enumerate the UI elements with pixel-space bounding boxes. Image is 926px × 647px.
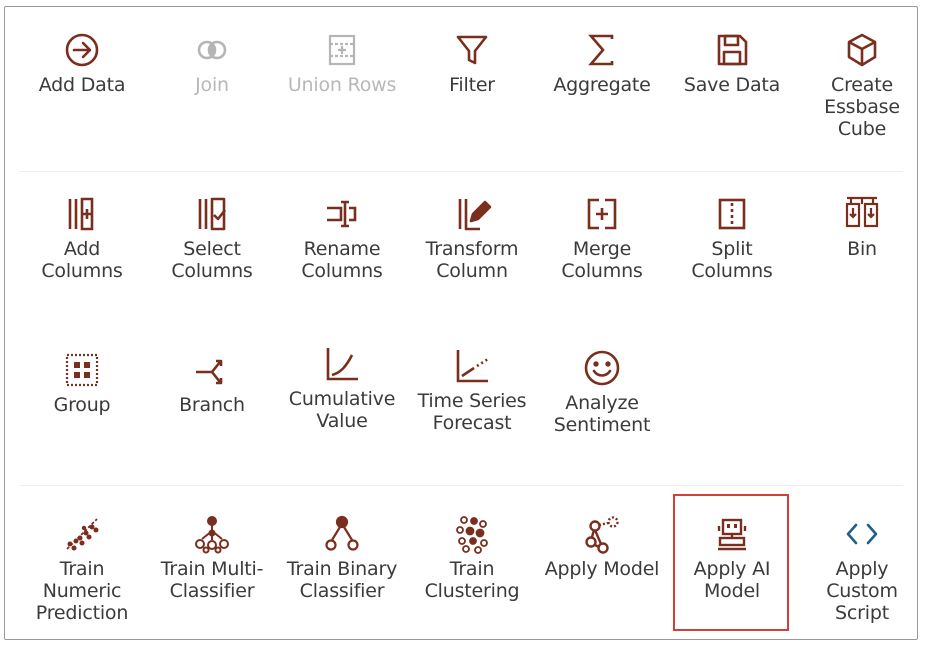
step-label: Bin — [847, 238, 877, 260]
step-label: Transform Column — [425, 238, 519, 282]
join-step[interactable]: Join — [148, 30, 276, 96]
transform-column-icon — [452, 194, 492, 234]
bin-icon — [842, 194, 882, 234]
aggregate-step[interactable]: Aggregate — [538, 30, 666, 96]
step-label: Group — [53, 394, 111, 416]
robot-icon — [712, 514, 752, 554]
filter-icon — [452, 30, 492, 70]
rename-columns-icon — [322, 194, 362, 234]
step-label: Add Columns — [41, 238, 123, 282]
save-disk-icon — [712, 30, 752, 70]
clustering-icon — [452, 514, 492, 554]
apply-model-step[interactable]: Apply Model — [538, 514, 666, 580]
transform-column-step[interactable]: Transform Column — [408, 194, 536, 282]
step-label: Train Binary Classifier — [286, 558, 398, 602]
select-columns-step[interactable]: Select Columns — [148, 194, 276, 282]
step-label: Filter — [449, 74, 495, 96]
step-label: Save Data — [683, 74, 781, 96]
code-brackets-icon — [842, 514, 882, 554]
cumulative-value-step[interactable]: Cumulative Value — [278, 344, 406, 432]
step-label: Add Data — [38, 74, 126, 96]
step-label: Apply AI Model — [693, 558, 771, 602]
train-clustering-step[interactable]: Train Clustering — [408, 514, 536, 602]
add-columns-icon — [62, 194, 102, 234]
apply-ai-model-step[interactable]: Apply AI Model — [668, 514, 796, 602]
row-divider — [19, 485, 903, 486]
train-numeric-prediction-step[interactable]: Train Numeric Prediction — [18, 514, 146, 624]
train-multi-classifier-step[interactable]: Train Multi- Classifier — [148, 514, 276, 602]
rename-columns-step[interactable]: Rename Columns — [278, 194, 406, 282]
row-divider — [19, 171, 903, 172]
step-label: Analyze Sentiment — [553, 392, 651, 436]
step-label: Train Multi- Classifier — [160, 558, 264, 602]
group-step[interactable]: Group — [18, 350, 146, 416]
group-icon — [62, 350, 102, 390]
union-rows-icon — [322, 30, 362, 70]
scatter-trend-icon — [62, 514, 102, 554]
step-label: Union Rows — [287, 74, 397, 96]
step-label: Train Clustering — [424, 558, 520, 602]
step-label: Branch — [179, 394, 245, 416]
step-label: Apply Custom Script — [826, 558, 898, 624]
create-essbase-cube-step[interactable]: Create Essbase Cube — [798, 30, 926, 140]
union-rows-step[interactable]: Union Rows — [278, 30, 406, 96]
step-label: Merge Columns — [561, 238, 643, 282]
step-label: Split Columns — [691, 238, 773, 282]
step-label: Time Series Forecast — [417, 390, 527, 434]
smiley-icon — [582, 348, 622, 388]
step-label: Cumulative Value — [288, 388, 396, 432]
split-columns-step[interactable]: Split Columns — [668, 194, 796, 282]
select-columns-icon — [192, 194, 232, 234]
add-columns-step[interactable]: Add Columns — [18, 194, 146, 282]
filter-step[interactable]: Filter — [408, 30, 536, 96]
apply-custom-script-step[interactable]: Apply Custom Script — [798, 514, 926, 624]
step-label: Aggregate — [553, 74, 651, 96]
step-label: Rename Columns — [301, 238, 383, 282]
train-binary-classifier-step[interactable]: Train Binary Classifier — [278, 514, 406, 602]
binary-classifier-icon — [322, 514, 362, 554]
apply-model-icon — [582, 514, 622, 554]
merge-columns-step[interactable]: Merge Columns — [538, 194, 666, 282]
sigma-icon — [582, 30, 622, 70]
step-label: Join — [195, 74, 229, 96]
add-data-step[interactable]: Add Data — [18, 30, 146, 96]
cube-icon — [842, 30, 882, 70]
merge-columns-icon — [582, 194, 622, 234]
split-columns-icon — [712, 194, 752, 234]
cumulative-value-icon — [322, 344, 362, 384]
bin-step[interactable]: Bin — [798, 194, 926, 260]
save-data-step[interactable]: Save Data — [668, 30, 796, 96]
step-label: Train Numeric Prediction — [35, 558, 129, 624]
analyze-sentiment-step[interactable]: Analyze Sentiment — [538, 348, 666, 436]
branch-step[interactable]: Branch — [148, 350, 276, 416]
join-icon — [192, 30, 232, 70]
branch-icon — [192, 350, 232, 390]
step-label: Create Essbase Cube — [824, 74, 900, 140]
arrow-right-circle-icon — [62, 30, 102, 70]
multi-classifier-icon — [192, 514, 232, 554]
step-label: Apply Model — [544, 558, 660, 580]
step-label: Select Columns — [171, 238, 253, 282]
time-series-forecast-icon — [452, 346, 492, 386]
time-series-forecast-step[interactable]: Time Series Forecast — [408, 346, 536, 434]
